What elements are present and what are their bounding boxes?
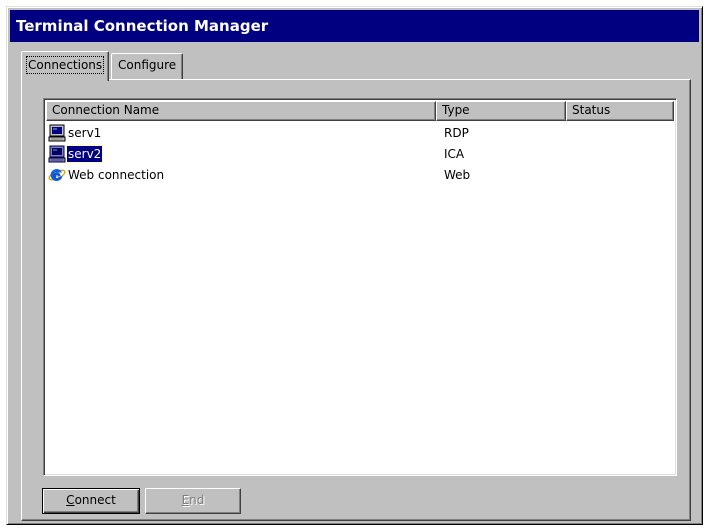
connection-type: RDP	[444, 126, 469, 140]
tab-configure[interactable]: Configure	[111, 53, 184, 79]
list-header: Connection Name Type Status	[46, 101, 674, 121]
tab-configure-label: Configure	[118, 58, 177, 72]
connect-button-label: Connect	[66, 493, 116, 507]
connection-type: ICA	[444, 147, 465, 161]
end-button-label: End	[181, 493, 205, 507]
window-title[interactable]: Terminal Connection Manager	[10, 10, 699, 42]
connections-list[interactable]: Connection Name Type Status serv1 RDP se…	[43, 98, 677, 476]
column-header-status[interactable]: Status	[566, 101, 674, 121]
list-item[interactable]: serv1 RDP	[46, 123, 674, 144]
connection-name: serv1	[68, 126, 102, 140]
tab-connections[interactable]: Connections	[21, 51, 110, 81]
connect-button[interactable]: Connect	[42, 488, 140, 514]
svg-text:e: e	[53, 169, 61, 184]
list-item[interactable]: e Web connection Web	[46, 165, 674, 186]
list-rows: serv1 RDP serv2 ICA e Web connection Web	[46, 123, 674, 186]
column-header-type[interactable]: Type	[436, 101, 566, 121]
connection-type: Web	[444, 168, 471, 182]
connection-name: Web connection	[68, 168, 165, 182]
internet-explorer-icon: e	[48, 169, 66, 184]
terminal-connection-manager-window: Terminal Connection Manager Connections …	[6, 6, 703, 525]
tab-connections-label: Connections	[25, 56, 105, 74]
connection-name: serv2	[65, 145, 104, 163]
computer-icon	[48, 145, 66, 163]
end-button[interactable]: End	[145, 488, 241, 514]
column-header-connection-name[interactable]: Connection Name	[46, 101, 436, 121]
computer-icon	[48, 124, 66, 142]
list-item[interactable]: serv2 ICA	[46, 144, 674, 165]
connections-tab-panel: Connection Name Type Status serv1 RDP se…	[21, 79, 691, 521]
